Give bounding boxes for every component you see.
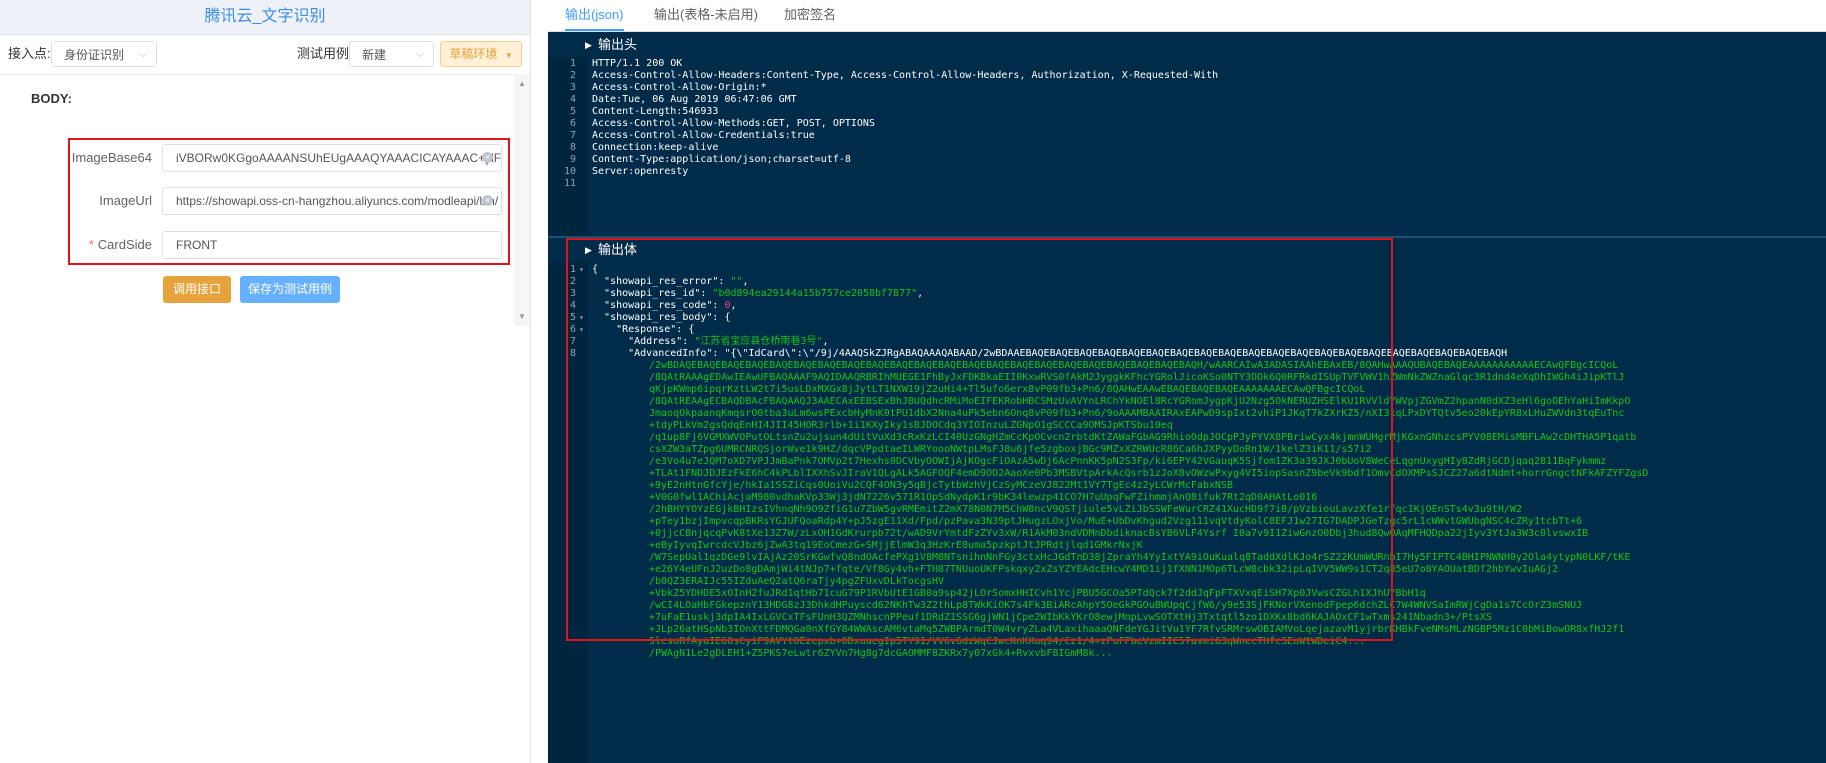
call-api-button[interactable]: 调用接口 xyxy=(163,276,231,303)
field-label-imageurl: ImageUrl xyxy=(99,193,152,208)
line-number: 6 xyxy=(569,118,576,129)
line-number: 4 xyxy=(569,94,576,105)
code-text: Server:openresty xyxy=(592,166,689,177)
imagebase64-value: iVBORw0KGgoAAAANSUhEUgAAAQYAAACICAYAAAC+… xyxy=(176,151,502,165)
response-header-code: 1 HTTP/1.1 200 OK 2 Access-Control-Allow-He… xyxy=(548,58,1826,236)
code-text: Content-Length:546933 xyxy=(592,106,719,117)
test-case-select[interactable]: 新建 ⌵ xyxy=(349,41,434,67)
highlight-box-body xyxy=(566,238,1393,641)
output-tabs: 输出(json) 输出(表格-未启用) 加密签名 xyxy=(548,0,1826,32)
page-title: 腾讯云_文字识别 xyxy=(0,0,530,35)
field-label-cardside: * CardSide xyxy=(68,231,152,259)
environment-label: 草稿环境 xyxy=(449,47,498,61)
access-point-label: 接入点: xyxy=(8,46,51,61)
line-number: 7 xyxy=(569,130,576,141)
code-text: Date:Tue, 06 Aug 2019 06:47:06 GMT xyxy=(592,94,797,105)
caret-down-icon: ▼ xyxy=(504,51,513,60)
tab-output-table[interactable]: 输出(表格-未启用) xyxy=(654,0,758,30)
clear-icon[interactable]: × xyxy=(482,195,493,206)
line-number: 1 xyxy=(569,58,576,69)
panel-divider[interactable] xyxy=(530,0,549,763)
required-asterisk: * xyxy=(88,237,94,252)
header-section-toggle[interactable]: ▶ 输出头 xyxy=(548,33,1826,57)
scroll-up-icon[interactable]: ▲ xyxy=(518,79,526,88)
line-number: 2 xyxy=(569,70,576,81)
chevron-down-icon: ⌵ xyxy=(139,49,147,60)
imagebase64-input[interactable]: iVBORw0KGgoAAAANSUhEUgAAAQYAAACICAYAAAC+… xyxy=(162,144,502,172)
access-point-select[interactable]: 身份证识别 ⌵ xyxy=(51,41,157,67)
imageurl-input[interactable]: https://showapi.oss-cn-hangzhou.aliyuncs… xyxy=(162,187,502,215)
line-number: 9 xyxy=(569,154,576,165)
cardside-value: FRONT xyxy=(176,238,218,252)
tab-encrypt-sign[interactable]: 加密签名 xyxy=(784,0,836,30)
code-text: HTTP/1.1 200 OK xyxy=(592,58,683,69)
line-number: 8 xyxy=(569,142,576,153)
clear-icon[interactable]: × xyxy=(482,152,493,163)
code-text: Access-Control-Allow-Headers:Content-Typ… xyxy=(592,70,1219,81)
code-text: Connection:keep-alive xyxy=(592,142,719,153)
line-number: 10 xyxy=(563,166,576,177)
vertical-scrollbar[interactable]: ▲ ▼ xyxy=(514,74,530,326)
line-number: 11 xyxy=(563,178,576,189)
request-panel: 腾讯云_文字识别 接入点: 身份证识别 ⌵ 测试用例: 新建 ⌵ 草稿环境 ▼ … xyxy=(0,0,530,763)
scroll-down-icon[interactable]: ▼ xyxy=(518,312,526,321)
tab-output-json[interactable]: 输出(json) xyxy=(565,0,624,31)
code-text: Access-Control-Allow-Credentials:true xyxy=(592,130,815,141)
access-point-value: 身份证识别 xyxy=(64,48,125,62)
chevron-down-icon: ⌵ xyxy=(416,49,424,60)
test-case-value: 新建 xyxy=(362,48,387,62)
save-test-case-button[interactable]: 保存为测试用例 xyxy=(240,276,340,303)
wrapped-code-text: /PWAgN1Le2gDLEH1+Z5PKS7eLwtr6ZYVn7Hg8g7d… xyxy=(649,648,1113,659)
code-text: Content-Type:application/json;charset=ut… xyxy=(592,154,851,165)
cardside-input[interactable]: FRONT xyxy=(162,231,502,259)
header-section-title: 输出头 xyxy=(598,37,638,52)
test-case-label: 测试用例: xyxy=(297,46,353,61)
code-text: Access-Control-Allow-Methods:GET, POST, … xyxy=(592,118,875,129)
body-label: BODY: xyxy=(31,91,72,106)
environment-dropdown-button[interactable]: 草稿环境 ▼ xyxy=(440,41,522,67)
imageurl-value: https://showapi.oss-cn-hangzhou.aliyuncs… xyxy=(176,194,499,208)
code-text: Access-Control-Allow-Origin:* xyxy=(592,82,767,93)
caret-right-icon: ▶ xyxy=(585,40,592,50)
field-label-imagebase64: ImageBase64 xyxy=(71,150,152,165)
line-number: 5 xyxy=(569,106,576,117)
line-number: 3 xyxy=(569,82,576,93)
request-toolbar: 接入点: 身份证识别 ⌵ 测试用例: 新建 ⌵ 草稿环境 ▼ xyxy=(0,34,530,75)
cardside-label-text: CardSide xyxy=(97,237,152,252)
